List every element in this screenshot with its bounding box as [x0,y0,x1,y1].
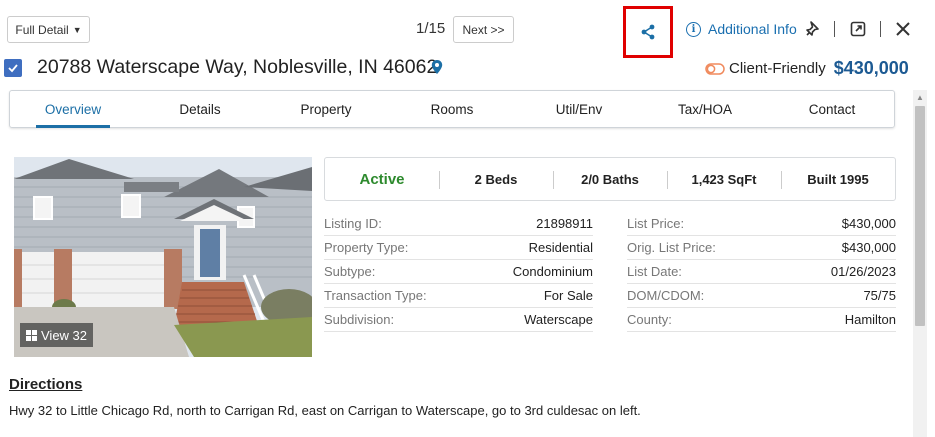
caret-down-icon: ▼ [72,24,82,35]
fact-value: 01/26/2023 [830,264,896,279]
tab-details[interactable]: Details [170,91,230,127]
tab-rooms[interactable]: Rooms [424,91,480,127]
fact-label: County: [627,312,672,327]
close-icon [896,22,910,36]
fact-row: List Price: $430,000 [627,212,896,236]
directions-text: Hwy 32 to Little Chicago Rd, north to Ca… [9,403,641,418]
vertical-scrollbar[interactable]: ▲ [913,90,927,437]
share-icon [641,24,655,40]
baths-count: 2/0 Baths [581,171,639,187]
fact-label: Transaction Type: [324,288,427,303]
listing-summary-card: Active 2 Beds 2/0 Baths 1,423 SqFt Built… [324,157,896,201]
fact-value: 75/75 [863,288,896,303]
fact-row: Property Type: Residential [324,236,593,260]
tab-property[interactable]: Property [294,91,358,127]
additional-info-link[interactable]: i Additional Info [686,21,797,37]
fact-value: Waterscape [524,312,593,327]
fact-label: Subdivision: [324,312,395,327]
fact-label: Orig. List Price: [627,240,716,255]
status-badge: Active [359,170,405,188]
fact-row: Subdivision: Waterscape [324,308,593,332]
next-button[interactable]: Next >> [453,16,514,43]
select-listing-checkbox[interactable] [4,59,22,77]
client-friendly-toggle-icon [705,62,725,75]
fact-label: Property Type: [324,240,409,255]
listing-detail-view: Full Detail ▼ 1/15 Next >> i Additional … [0,0,935,437]
open-new-window-button[interactable] [848,19,868,39]
fact-value: $430,000 [841,216,896,231]
beds-count: 2 Beds [474,171,518,187]
fact-label: DOM/CDOM: [627,288,705,303]
listing-price: $430,000 [833,58,909,78]
fact-value: For Sale [543,288,593,303]
fact-value: Residential [528,240,593,255]
fact-value: 21898911 [536,216,593,231]
year-built: Built 1995 [807,171,869,187]
listing-facts-right: List Price: $430,000 Orig. List Price: $… [627,212,896,332]
fact-label: List Date: [627,264,682,279]
fact-row: DOM/CDOM: 75/75 [627,284,896,308]
client-friendly-label: Client-Friendly [729,60,826,77]
pin-off-icon [806,21,819,36]
fact-row: List Date: 01/26/2023 [627,260,896,284]
fact-row: Transaction Type: For Sale [324,284,593,308]
toolbar-divider [834,21,835,37]
listing-address: 20788 Waterscape Way, Noblesville, IN 46… [37,56,438,78]
open-external-icon [850,21,866,37]
fact-label: Listing ID: [324,216,382,231]
fact-value: Condominium [512,264,593,279]
toolbar-divider [880,21,881,37]
view-photos-label: View 32 [41,327,88,343]
fact-row: Listing ID: 21898911 [324,212,593,236]
close-button[interactable] [893,19,913,39]
view-photos-button[interactable]: View 32 [20,323,94,347]
share-button[interactable] [623,6,673,58]
view-mode-dropdown[interactable]: Full Detail ▼ [7,16,90,43]
fact-value: Hamilton [844,312,896,327]
tab-contact[interactable]: Contact [801,91,863,127]
listing-facts-left: Listing ID: 21898911 Property Type: Resi… [324,212,593,332]
tab-tax-hoa[interactable]: Tax/HOA [671,91,739,127]
fact-label: List Price: [627,216,685,231]
scrollbar-thumb[interactable] [915,106,925,326]
client-friendly-toggle[interactable]: Client-Friendly $430,000 [705,58,909,79]
detail-tabs: Overview Details Property Rooms Util/Env… [9,90,895,128]
tab-overview[interactable]: Overview [36,91,110,128]
map-location-button[interactable] [430,59,444,80]
unpin-button[interactable] [803,19,823,39]
tab-util-env[interactable]: Util/Env [546,91,612,127]
view-mode-label: Full Detail [15,22,69,37]
map-pin-icon [431,60,443,74]
square-footage: 1,423 SqFt [691,171,757,187]
checkmark-icon [8,64,18,73]
fact-row: County: Hamilton [627,308,896,332]
fact-row: Orig. List Price: $430,000 [627,236,896,260]
scroll-up-arrow-icon[interactable]: ▲ [913,92,927,104]
fact-label: Subtype: [324,264,376,279]
pager-indicator: 1/15 [416,20,446,37]
fact-row: Subtype: Condominium [324,260,593,284]
info-icon: i [686,21,701,37]
fact-value: $430,000 [841,240,896,255]
photo-grid-icon [26,329,37,341]
directions-heading: Directions [9,376,83,393]
additional-info-label: Additional Info [708,21,797,37]
